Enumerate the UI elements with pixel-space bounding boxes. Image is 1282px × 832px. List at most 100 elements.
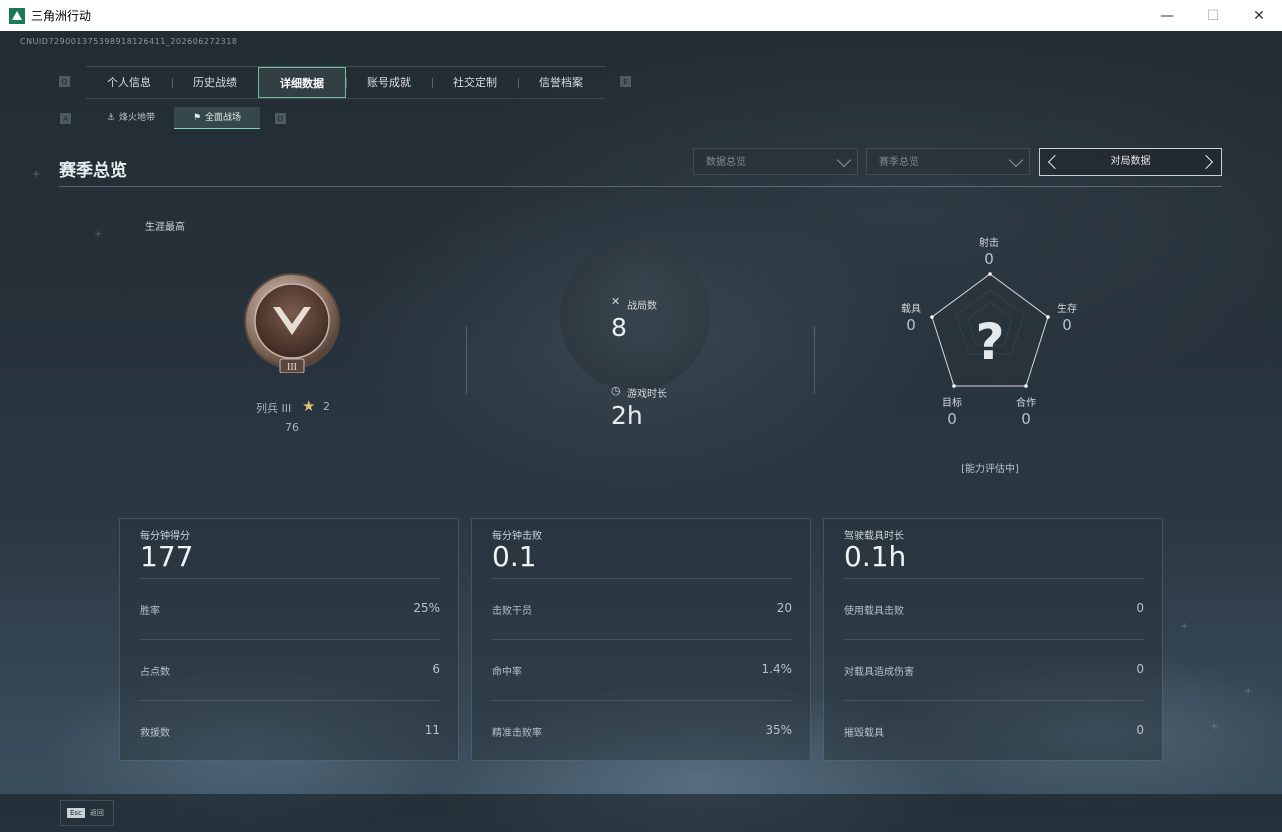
- radar-objective-label: 目标: [942, 398, 962, 409]
- mode-tab-bar: ⚓ 烽火地带 ⚑ 全面战场: [88, 107, 260, 129]
- card-row-label: 摧毁载具: [844, 728, 884, 739]
- decor-crosshair: +: [32, 169, 41, 180]
- stat-card-vehicle: 驾驶载具时长 0.1h 使用载具击败 0 对载具造成伤害 0 摧毁载具 0: [823, 518, 1163, 761]
- tab-reputation[interactable]: 信誉档案: [518, 67, 604, 98]
- back-button[interactable]: Esc 返回: [60, 800, 114, 826]
- decor-crosshair: +: [1210, 721, 1219, 732]
- tab-detailed-data[interactable]: 详细数据: [258, 67, 346, 98]
- section-divider: [59, 186, 1222, 187]
- maximize-button[interactable]: ☐: [1190, 0, 1236, 31]
- card-row-value: 0: [1136, 723, 1144, 737]
- card-value: 0.1: [492, 540, 537, 573]
- card-row-value: 11: [424, 723, 440, 737]
- rank-star-count: 2: [323, 400, 330, 413]
- career-best-label: 生涯最高: [145, 222, 185, 233]
- card-row-label: 对载具造成伤害: [844, 667, 914, 678]
- data-type-dropdown[interactable]: 数据总览: [693, 148, 858, 175]
- tab-social-custom[interactable]: 社交定制: [432, 67, 518, 98]
- stat-card-score: 每分钟得分 177 胜率 25% 占点数 6 救援数 11: [119, 518, 459, 761]
- next-tab-key-hint[interactable]: E: [620, 76, 631, 87]
- decor-crosshair: +: [94, 229, 103, 240]
- card-row: 击败干员 20: [492, 578, 792, 640]
- main-tab-bar: 个人信息 历史战绩 详细数据 账号成就 社交定制 信誉档案: [86, 66, 606, 99]
- card-row-label: 胜率: [140, 606, 160, 617]
- card-row-label: 击败干员: [492, 606, 532, 617]
- radar-survival-value: 0: [1062, 316, 1072, 334]
- next-subtab-key-hint[interactable]: D: [275, 113, 286, 124]
- window-controls: — ☐ ✕: [1144, 0, 1282, 31]
- minimize-button[interactable]: —: [1144, 0, 1190, 31]
- decor-crosshair: +: [1244, 686, 1253, 697]
- radar-teamwork-value: 0: [1021, 410, 1031, 428]
- card-row-value: 20: [776, 601, 792, 615]
- prev-subtab-key-hint[interactable]: A: [60, 113, 71, 124]
- card-row: 对载具造成伤害 0: [844, 639, 1144, 701]
- radar-objective-value: 0: [947, 410, 957, 428]
- radar-vehicle-value: 0: [906, 316, 916, 334]
- subtab-operations-label: 烽火地带: [119, 113, 156, 123]
- match-data-selector[interactable]: 对局数据: [1039, 148, 1222, 176]
- star-icon: ★: [302, 397, 316, 415]
- playtime-label: 游戏时长: [627, 389, 667, 400]
- clock-icon: ◷: [611, 384, 621, 397]
- tab-achievements[interactable]: 账号成就: [346, 67, 432, 98]
- card-row-value: 1.4%: [761, 662, 793, 676]
- card-row-value: 6: [432, 662, 440, 676]
- card-row-value: 0: [1136, 601, 1144, 615]
- card-row-label: 精准击败率: [492, 728, 542, 739]
- ability-evaluating-note: [能力评估中]: [961, 464, 1019, 475]
- decor-crosshair: +: [1180, 621, 1189, 632]
- window-title: 三角洲行动: [31, 9, 92, 23]
- radar-shooting-value: 0: [984, 250, 994, 268]
- card-row: 精准击败率 35%: [492, 700, 792, 762]
- esc-key-hint: Esc: [67, 808, 85, 818]
- card-value: 177: [140, 540, 194, 573]
- card-row: 使用载具击败 0: [844, 578, 1144, 640]
- back-label: 返回: [89, 809, 104, 817]
- card-row-value: 35%: [765, 723, 792, 737]
- rank-numeral: III: [287, 362, 297, 373]
- card-row-label: 命中率: [492, 667, 522, 678]
- subtab-operations[interactable]: ⚓ 烽火地带: [88, 107, 174, 129]
- mode-icon: ⚓: [106, 113, 116, 123]
- radar-teamwork-label: 合作: [1016, 398, 1036, 409]
- tab-match-history[interactable]: 历史战绩: [172, 67, 258, 98]
- card-row-label: 占点数: [140, 667, 170, 678]
- radar-shooting-label: 射击: [979, 238, 999, 249]
- card-row-value: 0: [1136, 662, 1144, 676]
- rank-badge-icon: III: [244, 273, 340, 373]
- card-row: 救援数 11: [140, 700, 440, 762]
- playtime-value: 2h: [611, 401, 643, 430]
- data-type-dropdown-label: 数据总览: [706, 157, 746, 168]
- prev-tab-key-hint[interactable]: Q: [59, 76, 70, 87]
- column-divider: [814, 326, 815, 394]
- card-row-label: 救援数: [140, 728, 170, 739]
- column-divider: [466, 326, 467, 394]
- stat-card-kills: 每分钟击败 0.1 击败干员 20 命中率 1.4% 精准击败率 35%: [471, 518, 811, 761]
- subtab-warfare[interactable]: ⚑ 全面战场: [174, 107, 260, 129]
- season-dropdown-label: 赛季总览: [879, 157, 919, 168]
- match-data-label: 对局数据: [1110, 156, 1151, 167]
- mode-icon: ⚑: [192, 113, 202, 123]
- app-logo-icon: [9, 7, 25, 24]
- matches-value: 8: [611, 313, 627, 342]
- rank-name: 列兵 III: [256, 402, 292, 415]
- crossed-swords-icon: ✕: [611, 295, 621, 308]
- card-row-value: 25%: [413, 601, 440, 615]
- rank-score: 76: [285, 421, 299, 434]
- radar-vehicle-label: 载具: [901, 304, 921, 315]
- card-row: 命中率 1.4%: [492, 639, 792, 701]
- close-button[interactable]: ✕: [1236, 0, 1282, 31]
- season-dropdown[interactable]: 赛季总览: [866, 148, 1030, 175]
- tab-personal-info[interactable]: 个人信息: [86, 67, 172, 98]
- card-row: 占点数 6: [140, 639, 440, 701]
- card-value: 0.1h: [844, 540, 907, 573]
- chevron-down-icon: [1008, 152, 1024, 168]
- section-title: 赛季总览: [59, 161, 127, 181]
- chevron-down-icon: [836, 152, 852, 168]
- card-row: 摧毁载具 0: [844, 700, 1144, 762]
- card-row-label: 使用载具击败: [844, 606, 904, 617]
- unknown-ability-mark: ?: [975, 313, 1004, 371]
- radar-survival-label: 生存: [1057, 304, 1077, 315]
- window-titlebar: 三角洲行动 — ☐ ✕: [0, 0, 1282, 32]
